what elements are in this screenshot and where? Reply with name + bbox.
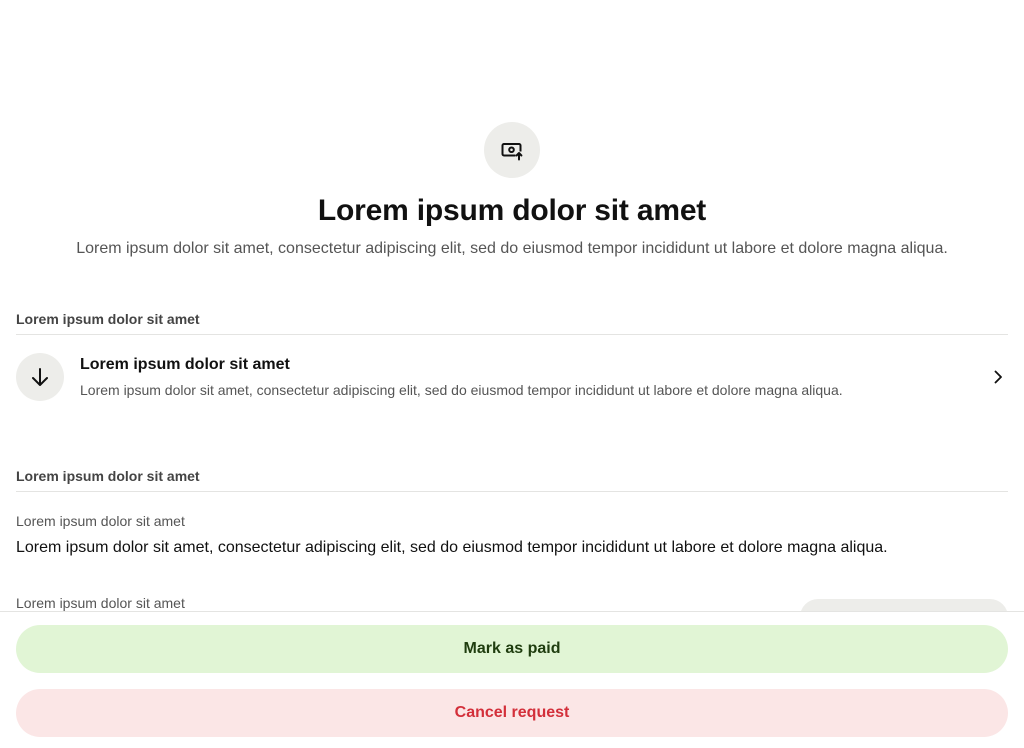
status-pill[interactable]: Lorem ipsum dolor sit (800, 599, 1008, 611)
action-row-title: Lorem ipsum dolor sit amet (80, 356, 290, 373)
arrow-down-icon (16, 353, 64, 401)
action-footer: Mark as paid Cancel request (0, 611, 1024, 748)
page-subtitle: Lorem ipsum dolor sit amet, consectetur … (76, 240, 948, 257)
mark-as-paid-button[interactable]: Mark as paid (16, 625, 1008, 673)
cancel-request-button[interactable]: Cancel request (16, 689, 1008, 737)
page-title: Lorem ipsum dolor sit amet (317, 194, 707, 227)
field-label: Lorem ipsum dolor sit amet (16, 595, 185, 611)
action-row-description: Lorem ipsum dolor sit amet, consectetur … (80, 382, 843, 398)
money-upload-icon (484, 122, 540, 178)
section-heading: Lorem ipsum dolor sit amet (16, 311, 200, 327)
section-divider (16, 491, 1008, 492)
scroll-content[interactable]: Lorem ipsum dolor sit amet Lorem ipsum d… (0, 0, 1024, 611)
field-label: Lorem ipsum dolor sit amet (16, 513, 185, 529)
field-value: Lorem ipsum dolor sit amet, consectetur … (16, 539, 888, 556)
section-divider (16, 334, 1008, 335)
chevron-right-icon (988, 367, 1008, 387)
request-details-page: Lorem ipsum dolor sit amet Lorem ipsum d… (0, 0, 1024, 748)
section-heading: Lorem ipsum dolor sit amet (16, 468, 200, 484)
action-row[interactable]: Lorem ipsum dolor sit amet Lorem ipsum d… (16, 345, 1008, 409)
